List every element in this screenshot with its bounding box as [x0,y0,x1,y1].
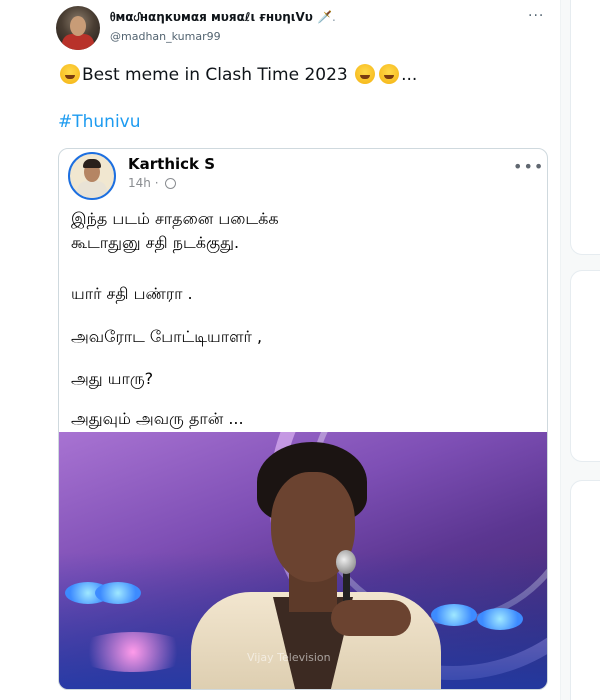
sidebar-panel [570,0,600,255]
image-watermark: Vijay Television [247,651,331,664]
more-options-icon[interactable]: ··· [528,8,544,24]
quoted-author-name[interactable]: Karthick S [128,155,215,173]
sidebar-panel [570,270,600,462]
face-with-tears-of-joy-icon [379,64,400,84]
quoted-avatar-hair-shape [83,159,101,168]
user-avatar[interactable] [56,6,100,50]
quoted-line: அவரோட போட்டியாளர் , [71,327,263,346]
microphone-icon [336,550,356,574]
quoted-line: அது யாரு? [71,369,154,388]
quoted-author-avatar[interactable] [68,152,116,200]
sidebar-panel [570,480,600,700]
page: ᦲмαᦔнαηкυмαя мυяαℓι ғнυηιᐯυ 🗡️. @madhan_… [0,0,600,700]
tweet-text: Best meme in Clash Time 2023 ... [58,64,417,85]
avatar-face-shape [70,16,86,36]
avatar-body-shape [62,34,94,50]
tweet-text-ellipsis: ... [401,65,418,85]
stage-light-shape [431,604,477,626]
tweet: ᦲмαᦔнαηкυмαя мυяαℓι ғнυηιᐯυ 🗡️. @madhan_… [0,0,561,700]
globe-icon [165,178,177,189]
person-hand-shape [331,600,411,636]
tweet-handle[interactable]: @madhan_kumar99 [110,30,221,43]
sword-icon: 🗡️. [317,10,336,24]
grinning-face-with-sweat-icon [355,64,376,84]
quoted-post-card[interactable]: Karthick S 14h · ••• இந்த படம் சாதனை படை… [58,148,548,690]
quoted-line: கூடாதுனு சதி நடக்குது. [71,233,240,252]
quoted-line: இந்த படம் சாதனை படைக்க [71,209,279,228]
quoted-avatar-body-shape [77,181,107,198]
display-name-text: ᦲмαᦔнαηкυмαя мυяαℓι ғнυηιᐯυ [110,10,313,24]
quoted-more-options-icon[interactable]: ••• [513,157,544,176]
quoted-line: யார் சதி பண்ரா . [71,284,193,303]
right-sidebar [570,0,600,700]
tweet-text-body: Best meme in Clash Time 2023 [82,65,348,85]
quoted-post-time[interactable]: 14h [128,176,151,190]
quoted-line: அதுவும் அவரு தான் ... [71,409,244,428]
stage-pink-light-shape [73,632,193,672]
hashtag-link[interactable]: #Thunivu [58,112,141,132]
quoted-post-image[interactable]: Vijay Television [59,432,547,689]
stage-light-shape [477,608,523,630]
stage-light-shape [95,582,141,604]
tweet-display-name[interactable]: ᦲмαᦔнαηкυмαя мυяαℓι ғнυηιᐯυ 🗡️. [110,10,336,25]
meta-separator: · [154,176,159,190]
smiling-face-hand-over-mouth-icon [60,64,80,84]
quoted-post-meta: 14h · [128,176,177,190]
